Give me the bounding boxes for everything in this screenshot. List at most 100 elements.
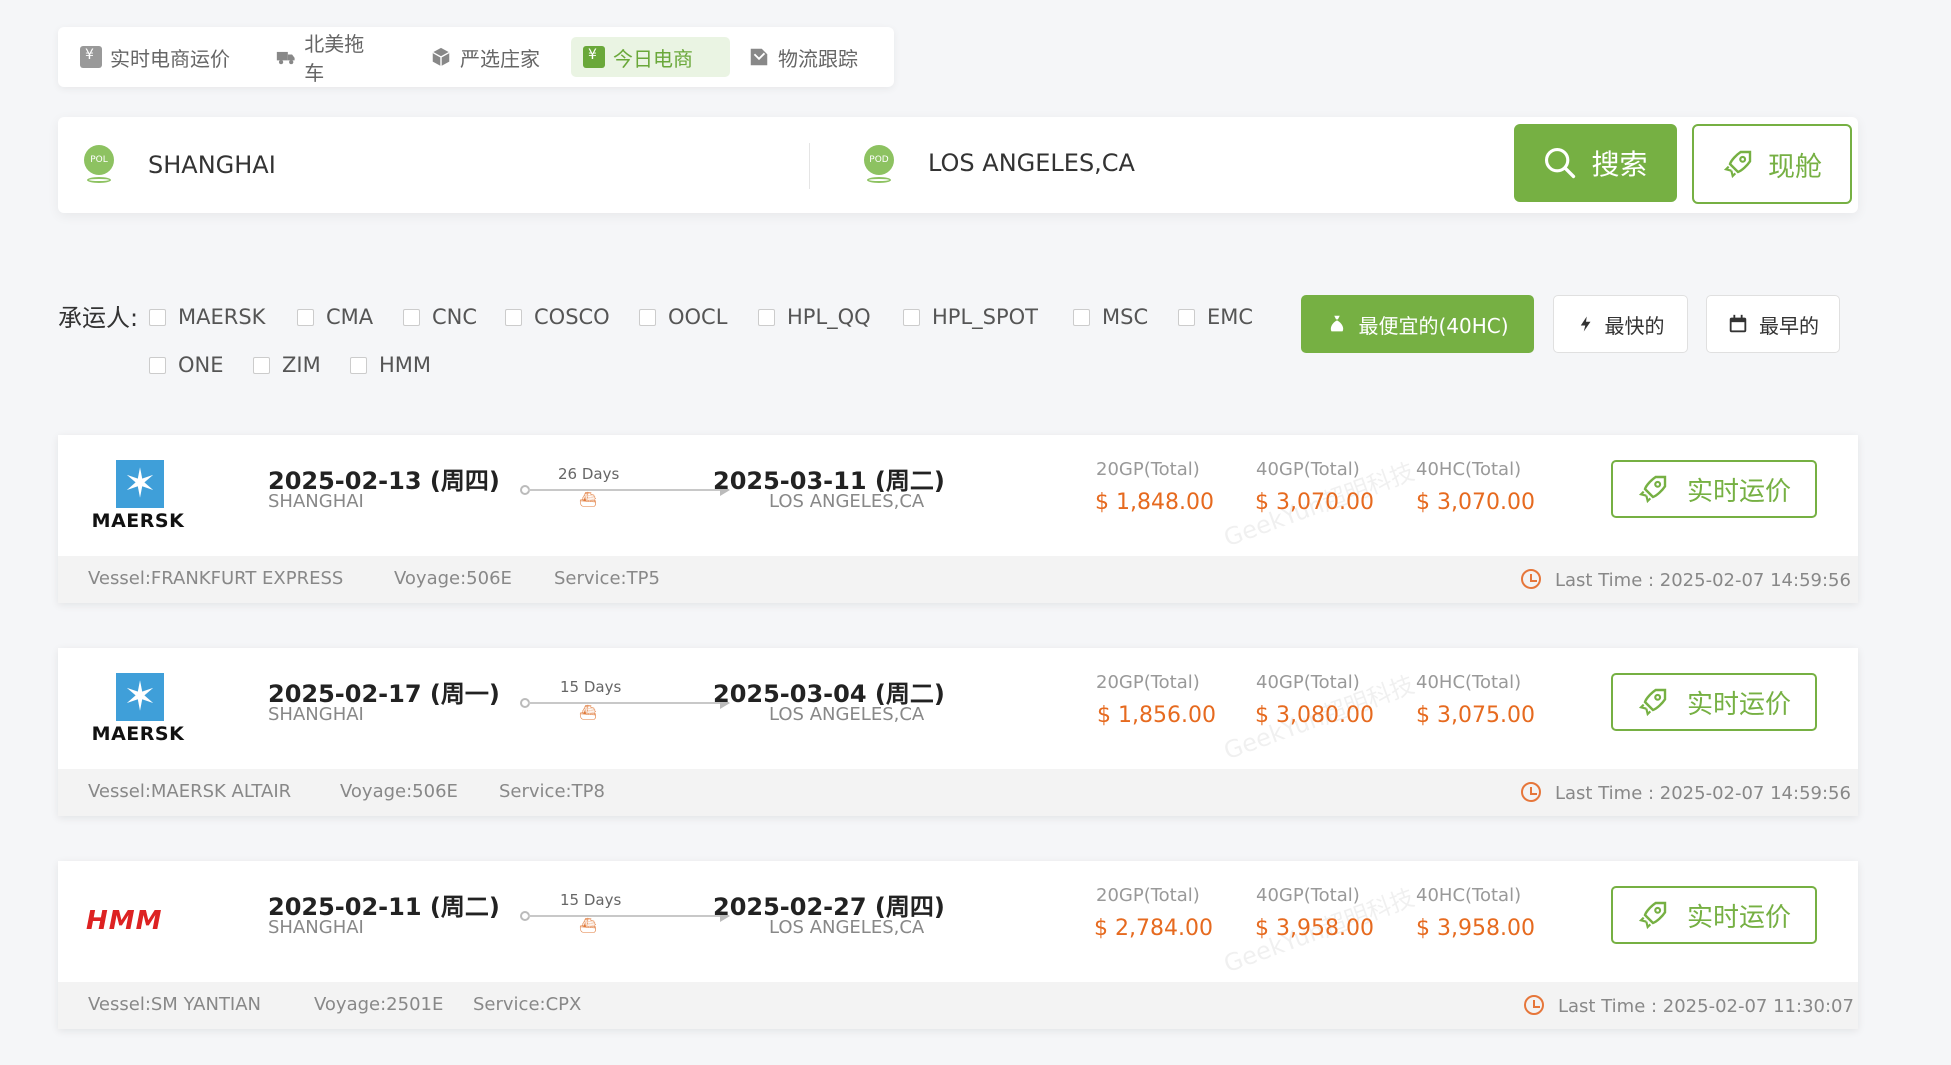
carrier-name: MAERSK bbox=[91, 723, 185, 745]
spot-space-label: 现舱 bbox=[1768, 151, 1822, 183]
sort-earliest-label: 最早的 bbox=[1759, 313, 1819, 338]
carrier-checkbox-maersk[interactable]: MAERSK bbox=[149, 305, 265, 329]
route-line bbox=[528, 915, 723, 917]
result-card: HMM 2025-02-11 (周二) SHANGHAI 15 Days ⛴ 2… bbox=[58, 861, 1858, 1029]
tab-north-america-trucking[interactable]: 北美拖车 bbox=[264, 32, 390, 85]
maersk-logo: ✶ MAERSK bbox=[88, 673, 188, 745]
pol-pin-icon: POL bbox=[84, 145, 114, 183]
spot-space-button[interactable]: 现舱 bbox=[1692, 124, 1852, 204]
last-updated: Last Time : 2025-02-07 11:30:07 bbox=[1558, 996, 1854, 1017]
carrier-checkbox-oocl[interactable]: OOCL bbox=[639, 305, 727, 329]
realtime-rate-button[interactable]: 实时运价 bbox=[1611, 460, 1817, 518]
price-40hc: $ 3,070.00 bbox=[1416, 490, 1535, 515]
carrier-label: EMC bbox=[1207, 305, 1254, 329]
realtime-rate-button[interactable]: 实时运价 bbox=[1611, 673, 1817, 731]
route-line bbox=[528, 702, 723, 704]
departure-port: SHANGHAI bbox=[268, 704, 364, 725]
ship-icon: ⛴ bbox=[579, 705, 597, 721]
divider bbox=[809, 143, 810, 189]
tab-label: 实时电商运价 bbox=[110, 46, 230, 71]
tab-label: 严选庄家 bbox=[460, 46, 540, 71]
search-button-label: 搜索 bbox=[1591, 148, 1648, 181]
ship-icon: ⛴ bbox=[579, 918, 597, 934]
sort-cheapest-label: 最便宜的(40HC) bbox=[1358, 313, 1509, 338]
carrier-checkbox-cnc[interactable]: CNC bbox=[403, 305, 477, 329]
truck-icon bbox=[276, 51, 295, 65]
realtime-rate-label: 实时运价 bbox=[1686, 689, 1791, 720]
carrier-label: HPL_QQ bbox=[787, 305, 871, 329]
pod-pin-icon: POD bbox=[864, 145, 894, 183]
carrier-checkbox-cosco[interactable]: COSCO bbox=[505, 305, 610, 329]
voyage-info: Voyage:2501E bbox=[314, 994, 444, 1015]
tab-selected-dealers[interactable]: 严选庄家 bbox=[418, 37, 558, 77]
tab-label: 物流跟踪 bbox=[778, 46, 858, 71]
pol-badge: POL bbox=[84, 145, 114, 175]
rocket-icon bbox=[1638, 688, 1667, 717]
cube-icon bbox=[432, 47, 450, 67]
card-footer: Vessel:MAERSK ALTAIR Voyage:506E Service… bbox=[58, 769, 1858, 816]
carrier-checkbox-zim[interactable]: ZIM bbox=[253, 353, 321, 377]
card-footer: Vessel:SM YANTIAN Voyage:2501E Service:C… bbox=[58, 982, 1858, 1029]
tab-realtime-ecommerce-rates[interactable]: 实时电商运价 bbox=[68, 37, 250, 77]
transit-days: 26 Days bbox=[558, 465, 620, 483]
carrier-checkbox-msc[interactable]: MSC bbox=[1073, 305, 1148, 329]
sort-fastest-label: 最快的 bbox=[1604, 313, 1665, 338]
carrier-checkbox-hpl-qq[interactable]: HPL_QQ bbox=[758, 305, 871, 329]
clock-icon bbox=[1524, 995, 1544, 1015]
maersk-logo: ✶ MAERSK bbox=[88, 460, 188, 532]
price-40hc: $ 3,075.00 bbox=[1416, 703, 1535, 728]
carrier-checkbox-one[interactable]: ONE bbox=[149, 353, 224, 377]
clock-icon bbox=[1521, 782, 1541, 802]
price-label-40hc: 40HC(Total) bbox=[1416, 885, 1522, 906]
yen-box-icon bbox=[583, 46, 605, 68]
tab-label: 北美拖车 bbox=[304, 32, 365, 85]
carrier-checkbox-hmm[interactable]: HMM bbox=[350, 353, 431, 377]
vessel-info: Vessel:FRANKFURT EXPRESS bbox=[88, 568, 344, 589]
price-20gp: $ 1,848.00 bbox=[1095, 490, 1214, 515]
service-info: Service:CPX bbox=[473, 994, 582, 1015]
departure-port: SHANGHAI bbox=[268, 491, 364, 512]
realtime-rate-button[interactable]: 实时运价 bbox=[1611, 886, 1817, 944]
sort-earliest-button[interactable]: 最早的 bbox=[1706, 295, 1840, 353]
carrier-label: HMM bbox=[379, 353, 432, 377]
tab-today-ecommerce[interactable]: 今日电商 bbox=[571, 37, 730, 77]
price-20gp: $ 2,784.00 bbox=[1094, 916, 1213, 941]
search-button[interactable]: 搜索 bbox=[1514, 124, 1677, 202]
price-label-20gp: 20GP(Total) bbox=[1096, 459, 1200, 480]
carrier-checkbox-hpl-spot[interactable]: HPL_SPOT bbox=[903, 305, 1038, 329]
arrival-port: LOS ANGELES,CA bbox=[769, 704, 925, 725]
pol-input[interactable]: SHANGHAI bbox=[148, 151, 276, 179]
service-info: Service:TP8 bbox=[499, 781, 605, 802]
rocket-icon bbox=[1638, 475, 1667, 504]
tab-label: 今日电商 bbox=[613, 46, 693, 71]
sort-cheapest-button[interactable]: 最便宜的(40HC) bbox=[1301, 295, 1534, 353]
carrier-checkbox-cma[interactable]: CMA bbox=[297, 305, 373, 329]
carrier-label: ONE bbox=[178, 353, 224, 377]
arrival-port: LOS ANGELES,CA bbox=[769, 491, 925, 512]
vessel-info: Vessel:SM YANTIAN bbox=[88, 994, 262, 1015]
carrier-label: COSCO bbox=[534, 305, 610, 329]
lightning-icon bbox=[1580, 316, 1590, 332]
route-line bbox=[528, 489, 723, 491]
price-label-20gp: 20GP(Total) bbox=[1096, 885, 1200, 906]
yen-box-icon bbox=[80, 46, 102, 68]
tab-logistics-tracking[interactable]: 物流跟踪 bbox=[736, 37, 876, 77]
sort-fastest-button[interactable]: 最快的 bbox=[1553, 295, 1688, 353]
vessel-info: Vessel:MAERSK ALTAIR bbox=[88, 781, 292, 802]
carrier-label: MSC bbox=[1102, 305, 1149, 329]
price-label-40gp: 40GP(Total) bbox=[1256, 885, 1360, 906]
voyage-info: Voyage:506E bbox=[394, 568, 512, 589]
voyage-info: Voyage:506E bbox=[340, 781, 458, 802]
money-bag-icon bbox=[1331, 315, 1344, 332]
price-40hc: $ 3,958.00 bbox=[1416, 916, 1535, 941]
price-label-40gp: 40GP(Total) bbox=[1256, 672, 1360, 693]
price-40gp: $ 3,080.00 bbox=[1255, 703, 1374, 728]
carrier-checkbox-emc[interactable]: EMC bbox=[1178, 305, 1253, 329]
carrier-label: MAERSK bbox=[178, 305, 266, 329]
last-updated: Last Time : 2025-02-07 14:59:56 bbox=[1555, 783, 1851, 804]
price-label-40hc: 40HC(Total) bbox=[1416, 459, 1522, 480]
last-updated: Last Time : 2025-02-07 14:59:56 bbox=[1555, 570, 1851, 591]
ship-icon: ⛴ bbox=[579, 492, 597, 508]
rocket-icon bbox=[1723, 150, 1752, 179]
pod-input[interactable]: LOS ANGELES,CA bbox=[928, 149, 1135, 177]
